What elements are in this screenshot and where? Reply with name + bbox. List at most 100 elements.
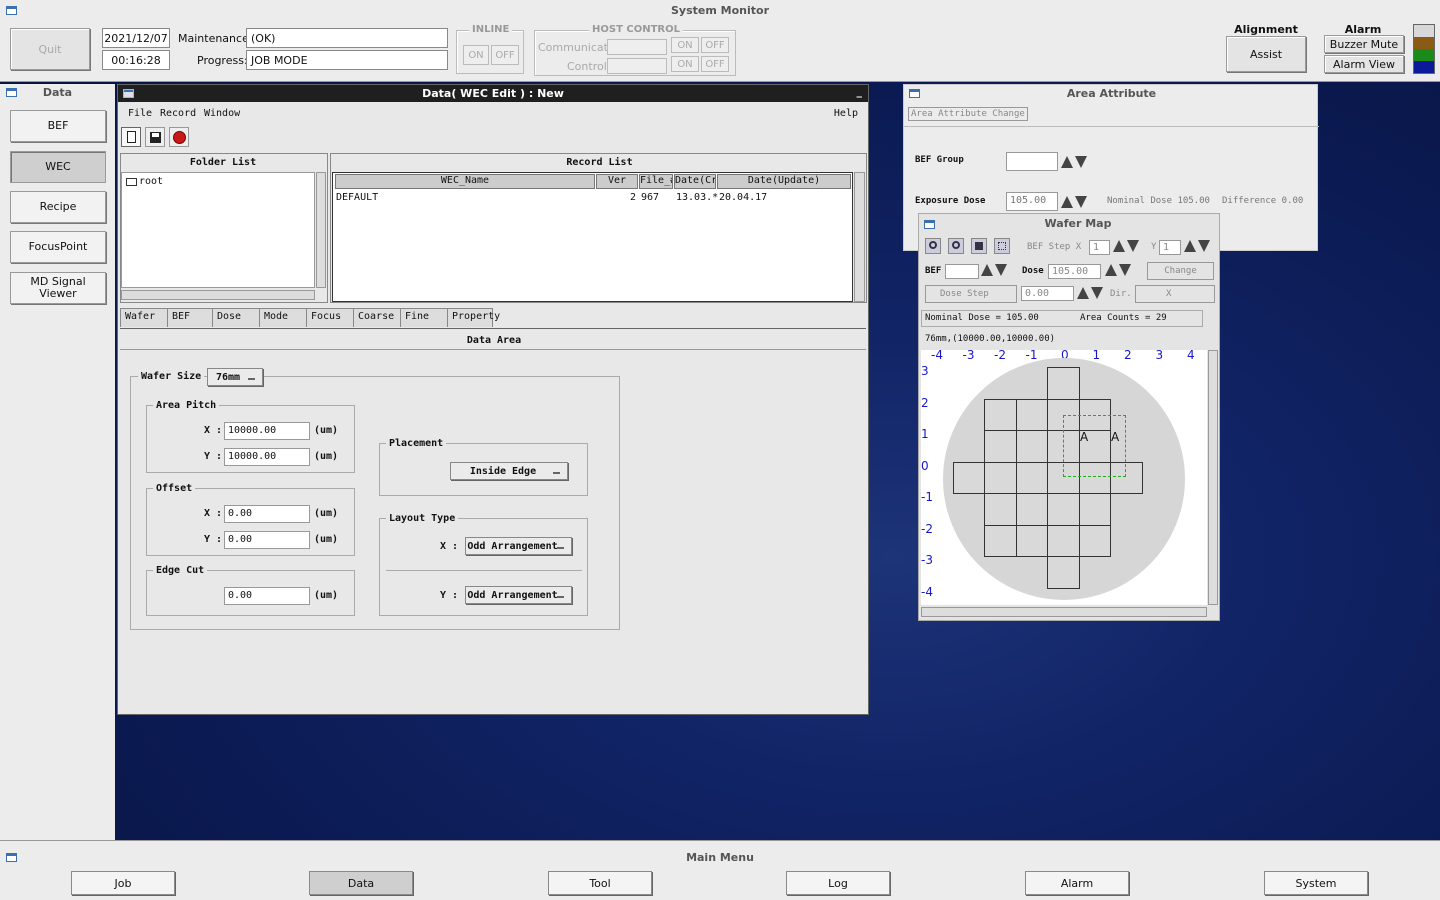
control-off-button[interactable]: OFF <box>701 56 729 72</box>
layout-y-dropdown[interactable]: Odd Arrangement <box>465 586 572 604</box>
bef-group-spinner[interactable] <box>1061 153 1091 171</box>
wafer-area-cell[interactable] <box>1047 493 1080 526</box>
tab-focus[interactable]: Focus <box>306 308 354 327</box>
main-menu-job-button[interactable]: Job <box>71 871 175 895</box>
wafer-area-cell[interactable] <box>1047 556 1080 589</box>
zoom-out-icon[interactable] <box>948 238 964 254</box>
bef-step-y-spinner[interactable] <box>1184 237 1214 255</box>
communicate-off-button[interactable]: OFF <box>701 37 729 53</box>
record-vertical-scrollbar[interactable] <box>854 172 865 302</box>
pitch-y-input[interactable]: 10000.00 <box>224 448 310 466</box>
area-attribute-change-button[interactable]: Area Attribute Change <box>908 107 1028 121</box>
main-menu-data-button[interactable]: Data <box>309 871 413 895</box>
pitch-x-input[interactable]: 10000.00 <box>224 422 310 440</box>
layout-x-dropdown[interactable]: Odd Arrangement <box>465 537 572 555</box>
wafer-area-cell[interactable] <box>1015 493 1048 526</box>
column-header-date-update[interactable]: Date(Update) <box>717 174 851 189</box>
sidebar-item-wec[interactable]: WEC <box>10 151 106 183</box>
menu-file[interactable]: File <box>128 108 152 119</box>
folder-horizontal-scrollbar[interactable] <box>121 290 315 300</box>
wafer-area-cell[interactable] <box>1015 430 1048 463</box>
tab-property[interactable]: Property <box>447 308 500 327</box>
dose-step-input[interactable]: 0.00 <box>1021 286 1074 301</box>
column-header-file[interactable]: File_# <box>639 174 673 189</box>
folder-tree[interactable]: root <box>121 172 315 288</box>
bef-input[interactable] <box>945 264 979 279</box>
sidebar-item-recipe[interactable]: Recipe <box>10 191 106 223</box>
save-icon[interactable] <box>145 127 165 147</box>
menu-window[interactable]: Window <box>204 108 240 119</box>
quit-button[interactable]: Quit <box>10 28 90 70</box>
control-on-button[interactable]: ON <box>671 56 699 72</box>
grid-view-icon[interactable] <box>994 238 1010 254</box>
change-button[interactable]: Change <box>1147 262 1214 280</box>
alarm-view-button[interactable]: Alarm View <box>1324 55 1404 73</box>
wafer-area-cell[interactable] <box>984 430 1017 463</box>
table-row[interactable]: DEFAULT 2 967 13.03.* 20.04.17 <box>333 191 852 206</box>
tab-coarse[interactable]: Coarse <box>353 308 401 327</box>
wafer-area-cell[interactable] <box>952 461 985 494</box>
fit-view-icon[interactable] <box>971 238 987 254</box>
map-vertical-scrollbar[interactable] <box>1208 350 1218 605</box>
main-menu-log-button[interactable]: Log <box>786 871 890 895</box>
folder-vertical-scrollbar[interactable] <box>316 172 326 288</box>
tab-wafer[interactable]: Wafer <box>120 308 168 327</box>
exposure-dose-input[interactable]: 105.00 <box>1006 192 1058 211</box>
wafer-area-cell[interactable] <box>984 398 1017 431</box>
bef-step-x-spinner[interactable] <box>1113 237 1143 255</box>
new-file-icon[interactable] <box>121 127 141 147</box>
bef-group-input[interactable] <box>1006 152 1058 171</box>
communicate-on-button[interactable]: ON <box>671 37 699 53</box>
folder-item-root[interactable]: root <box>139 176 163 187</box>
stop-icon[interactable] <box>169 127 189 147</box>
column-header-ver[interactable]: Ver <box>596 174 638 189</box>
tab-bef[interactable]: BEF <box>167 308 213 327</box>
wafer-area-cell[interactable] <box>1078 493 1111 526</box>
inline-off-button[interactable]: OFF <box>491 45 519 65</box>
offset-x-input[interactable]: 0.00 <box>224 505 310 523</box>
wafer-area-cell[interactable] <box>984 461 1017 494</box>
tab-dose[interactable]: Dose <box>212 308 260 327</box>
sidebar-item-md-signal-viewer[interactable]: MD Signal Viewer <box>10 272 106 304</box>
bef-step-y-input[interactable]: 1 <box>1159 240 1181 255</box>
tab-fine[interactable]: Fine <box>400 308 448 327</box>
window-titlebar[interactable]: Data( WEC Edit ) : New <box>118 85 868 102</box>
window-menu-icon[interactable] <box>123 89 134 98</box>
wafer-area-cell[interactable] <box>984 493 1017 526</box>
column-header-date-created[interactable]: Date(Cr <box>674 174 716 189</box>
main-menu-alarm-button[interactable]: Alarm <box>1025 871 1129 895</box>
wafer-area-cell[interactable] <box>1015 524 1048 557</box>
main-menu-system-button[interactable]: System <box>1264 871 1368 895</box>
wafer-area-cell[interactable] <box>1015 398 1048 431</box>
minimize-button[interactable]: _ <box>857 85 863 98</box>
wafer-map-canvas[interactable]: -4 -3 -2 -1 0 1 2 3 4 3 2 1 0 -1 -2 -3 -4 A A <box>921 350 1207 605</box>
exposure-dose-spinner[interactable] <box>1061 193 1091 211</box>
dose-input[interactable]: 105.00 <box>1048 264 1101 279</box>
edge-cut-input[interactable]: 0.00 <box>224 587 310 605</box>
wafer-area-cell[interactable] <box>1015 461 1048 494</box>
assist-button[interactable]: Assist <box>1226 36 1306 72</box>
zoom-in-icon[interactable] <box>925 238 941 254</box>
sidebar-item-focuspoint[interactable]: FocusPoint <box>10 231 106 263</box>
sidebar-item-bef[interactable]: BEF <box>10 110 106 142</box>
menu-record[interactable]: Record <box>160 108 196 119</box>
wafer-size-dropdown[interactable]: 76mm <box>207 368 263 386</box>
dose-step-spinner[interactable] <box>1077 284 1107 302</box>
wafer-area-cell[interactable] <box>1078 524 1111 557</box>
dose-spinner[interactable] <box>1105 261 1135 279</box>
column-header-wec-name[interactable]: WEC_Name <box>335 174 595 189</box>
bef-step-x-input[interactable]: 1 <box>1089 240 1110 255</box>
menu-help[interactable]: Help <box>834 108 858 119</box>
wafer-area-cell[interactable] <box>984 524 1017 557</box>
tab-mode[interactable]: Mode <box>259 308 307 327</box>
direction-dropdown[interactable]: X <box>1135 285 1215 303</box>
inline-on-button[interactable]: ON <box>463 45 489 65</box>
placement-dropdown[interactable]: Inside Edge <box>450 462 568 480</box>
main-menu-tool-button[interactable]: Tool <box>548 871 652 895</box>
map-horizontal-scrollbar[interactable] <box>921 607 1207 617</box>
buzzer-mute-button[interactable]: Buzzer Mute <box>1324 35 1404 53</box>
offset-y-input[interactable]: 0.00 <box>224 531 310 549</box>
wafer-area-cell[interactable] <box>1047 367 1080 400</box>
dose-step-dropdown[interactable]: Dose Step <box>925 285 1017 303</box>
wafer-area-cell[interactable] <box>1047 524 1080 557</box>
